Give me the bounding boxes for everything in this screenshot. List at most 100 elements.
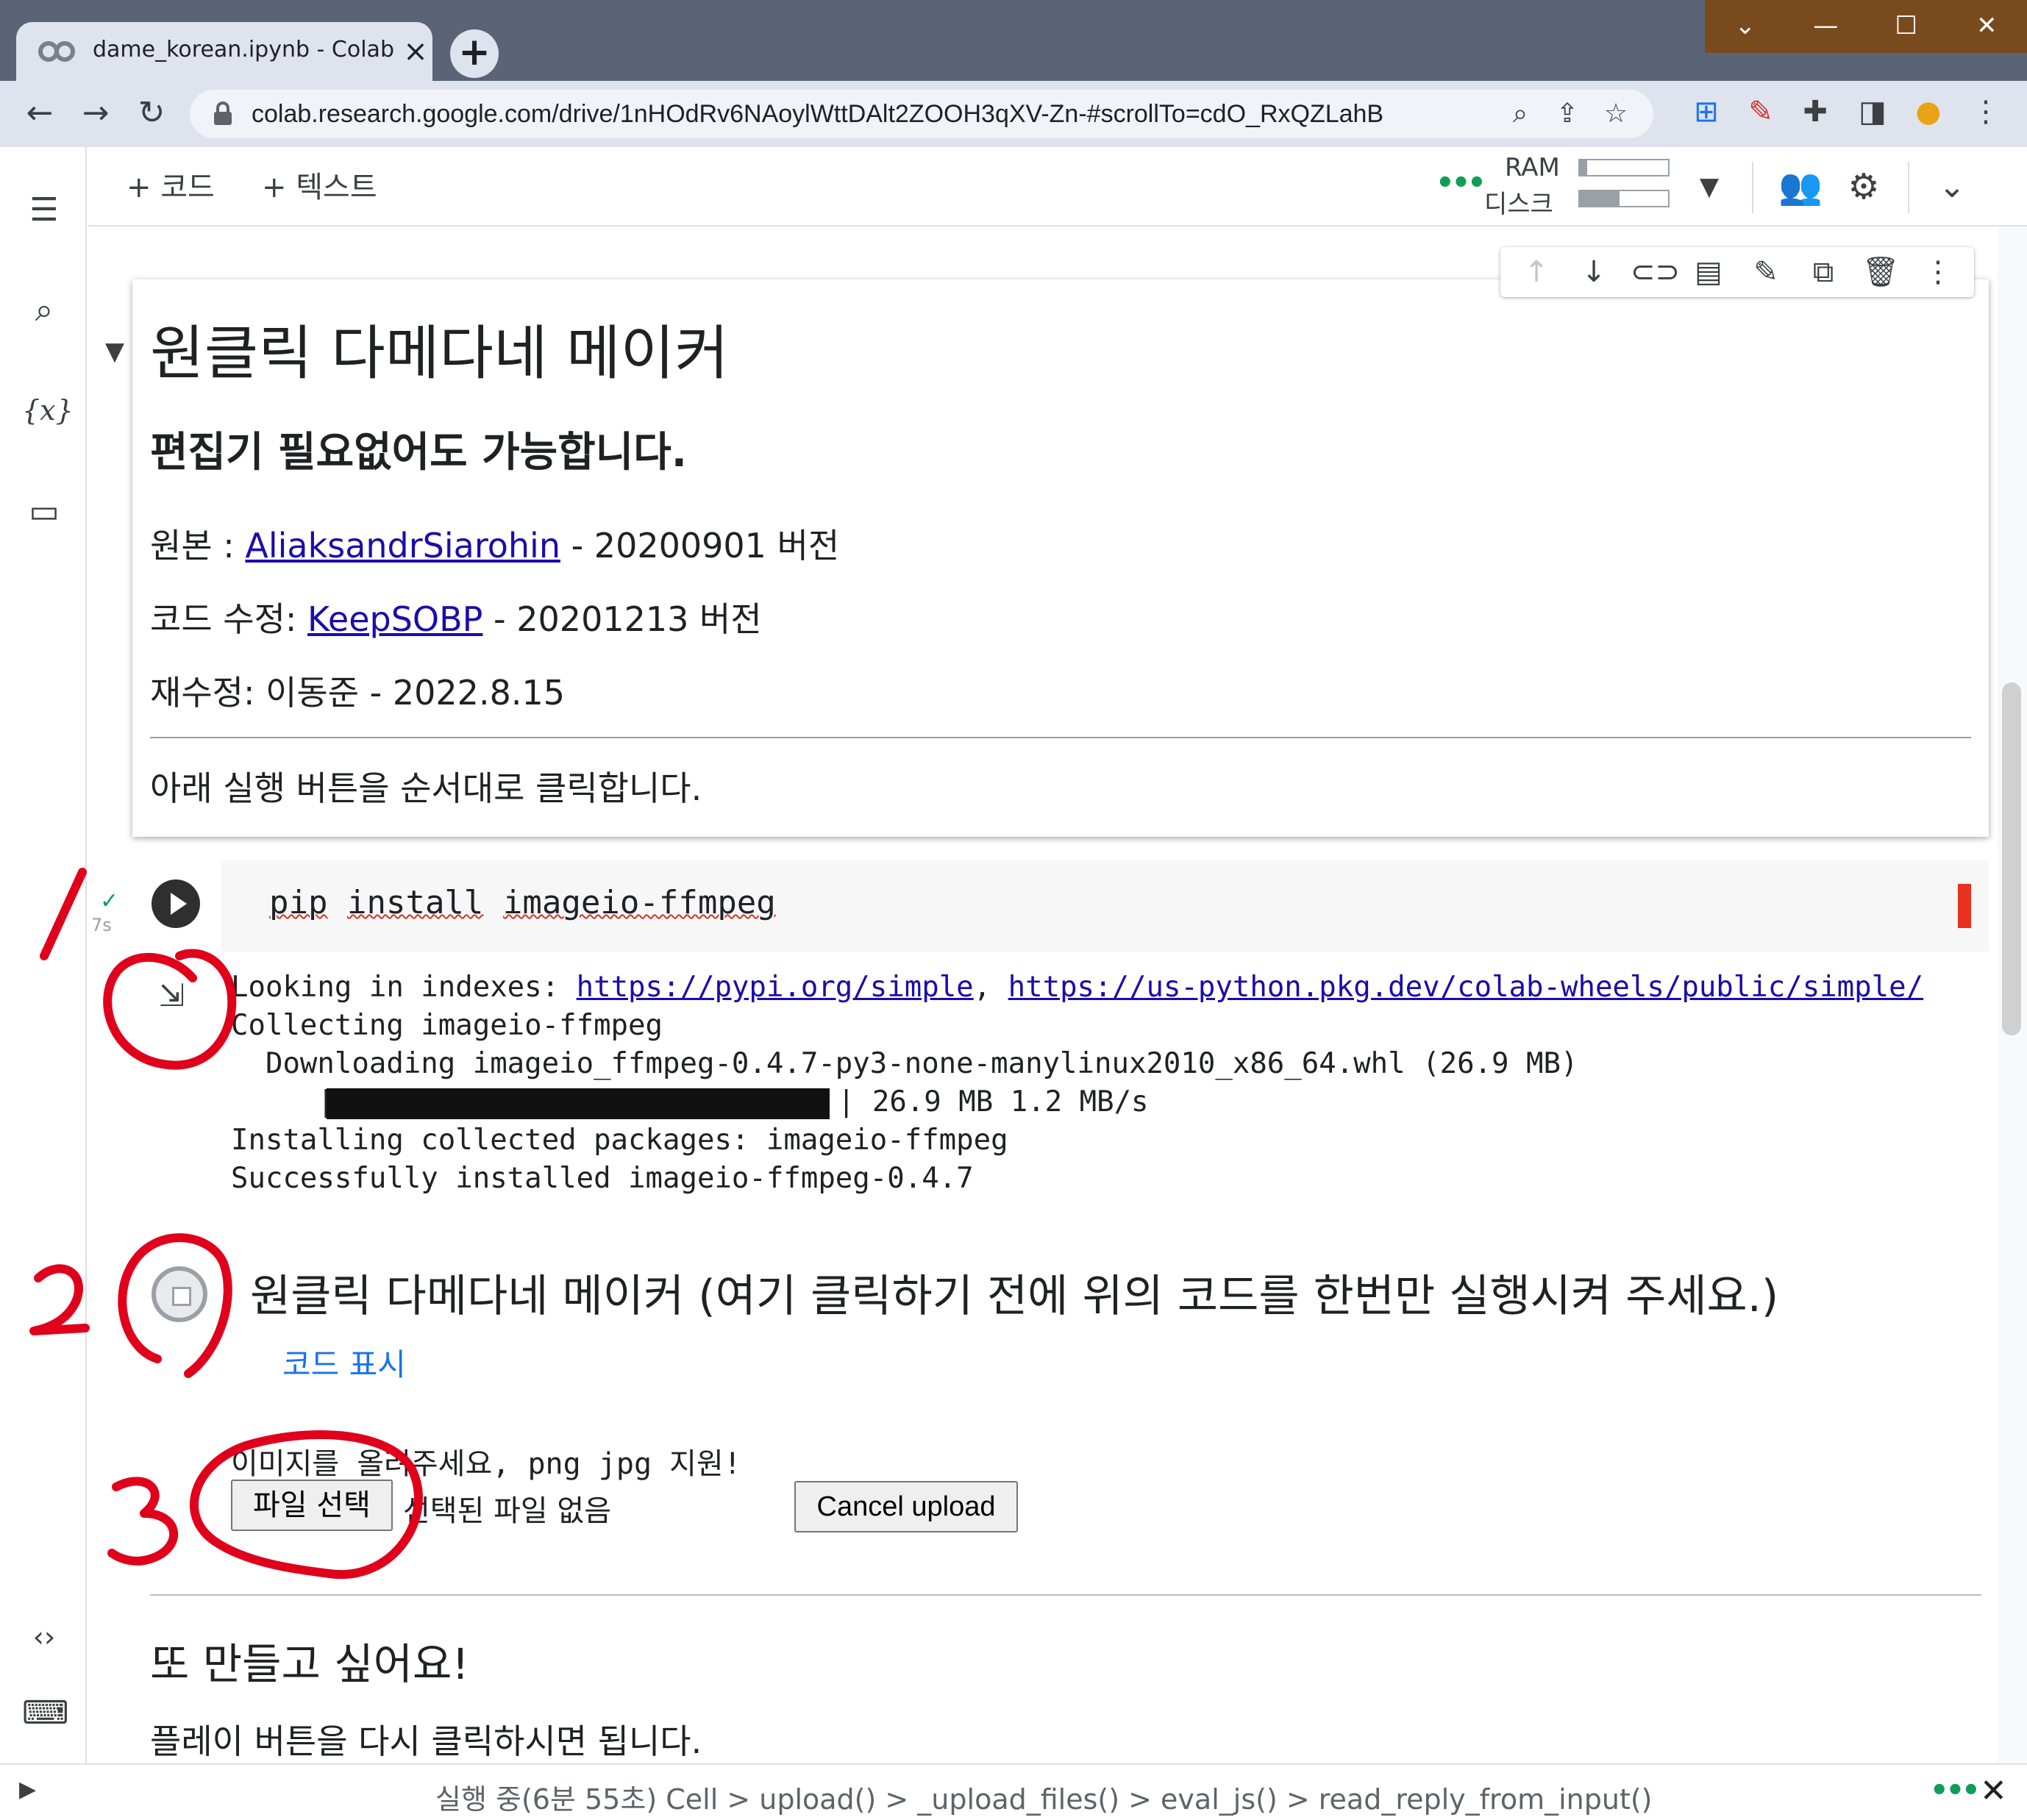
bookmark-star-icon[interactable]: ☆ [1597, 96, 1634, 132]
output-text: Looking in indexes: [231, 971, 577, 1004]
runtime-dropdown-icon[interactable]: ▼ [1686, 163, 1733, 210]
ram-label: RAM [1505, 153, 1560, 182]
show-code-link[interactable]: 코드 표시 [282, 1340, 406, 1385]
profile-avatar[interactable]: ● [1908, 91, 1949, 132]
lock-icon [214, 101, 232, 125]
browser-titlebar: dame_korean.ipynb - Colaboratory × + ⌄ —… [0, 0, 2027, 81]
output-line: Successfully installed imageio-ffmpeg-0.… [231, 1162, 974, 1195]
share-people-icon[interactable]: 👥 [1777, 163, 1824, 210]
modified-credit: 코드 수정: KeepSOBP - 20201213 버전 [150, 593, 762, 641]
settings-gear-icon[interactable]: ⚙ [1840, 163, 1887, 210]
code-cell[interactable]: pip install imageio-ffmpeg [221, 860, 1989, 952]
side-panel-icon[interactable]: ◨ [1852, 91, 1893, 132]
run-success-check-icon: ✓ [100, 888, 119, 914]
file-status-text: 선택된 파일 없음 [403, 1494, 612, 1528]
mirror-cell-icon[interactable]: ⧉ [1803, 251, 1844, 293]
pypi-link[interactable]: https://pypi.org/simple [577, 971, 974, 1004]
new-tab-button[interactable]: + [450, 29, 499, 78]
output-clear-icon[interactable]: ⇲ [159, 975, 200, 1016]
colab-wheels-link[interactable]: https://us-python.pkg.dev/colab-wheels/p… [1008, 971, 1923, 1004]
output-line: Installing collected packages: imageio-f… [231, 1124, 1008, 1157]
section-heading: 또 만들고 싶어요! [150, 1639, 469, 1689]
modified-prefix: 코드 수정: [150, 599, 308, 639]
modified-author-link[interactable]: KeepSOBP [307, 599, 482, 639]
original-author-link[interactable]: AliaksandrSiarohin [245, 526, 560, 565]
pen-extension-icon[interactable]: ✎ [1740, 91, 1781, 132]
form-cell-title: 원클릭 다메다네 메이커 (여기 클릭하기 전에 위의 코드를 한번만 실행시켜… [250, 1271, 1779, 1322]
download-progress-bar [327, 1088, 830, 1119]
execution-status-text: 실행 중(6분 55초) Cell > upload() > _upload_f… [435, 1783, 1653, 1816]
move-cell-down-icon[interactable]: ↓ [1573, 251, 1614, 293]
browser-menu-icon[interactable]: ⋮ [1965, 91, 2006, 132]
add-text-button[interactable]: + 텍스트 [262, 163, 377, 206]
code-snippets-icon[interactable]: ‹› [22, 1615, 66, 1659]
notebook-subtitle: 편집기 필요없어도 가능합니다. [150, 429, 688, 477]
scrollbar-thumb[interactable] [2002, 682, 2021, 1035]
revised-credit: 재수정: 이동준 - 2022.8.15 [150, 673, 565, 713]
command-palette-icon[interactable]: ⌨ [22, 1691, 69, 1735]
code-token-pip: pip [269, 884, 328, 921]
add-code-button[interactable]: + 코드 [127, 163, 215, 206]
section-collapse-arrow-icon[interactable]: ▼ [100, 337, 129, 366]
files-folder-icon[interactable]: ▭ [22, 490, 66, 534]
maximize-icon[interactable]: ☐ [1866, 0, 1947, 53]
status-expand-icon[interactable]: ▶ [19, 1777, 36, 1802]
original-suffix: - 20200901 버전 [560, 526, 840, 565]
status-busy-icon: ••• [1930, 1774, 1981, 1807]
reload-icon[interactable]: ↻ [129, 91, 174, 135]
zoom-icon[interactable]: ⌕ [1502, 96, 1539, 132]
cancel-upload-button[interactable]: Cancel upload [794, 1481, 1018, 1532]
more-options-icon[interactable]: ⋮ [1917, 251, 1959, 293]
link-to-cell-icon[interactable]: ⊂⊃ [1631, 251, 1680, 293]
stop-cell-button[interactable] [152, 1266, 207, 1322]
forward-icon[interactable]: → [74, 91, 118, 135]
output-text: , [973, 971, 1008, 1004]
browser-tab[interactable]: dame_korean.ipynb - Colaboratory × [16, 22, 432, 81]
code-editor[interactable]: pip install imageio-ffmpeg [269, 884, 776, 921]
output-text: | [231, 1085, 335, 1118]
disk-usage-fill [1580, 191, 1620, 206]
move-cell-up-icon[interactable]: ↑ [1516, 251, 1557, 293]
minimize-icon[interactable]: — [1786, 0, 1867, 53]
extensions-puzzle-icon[interactable]: ✚ [1795, 91, 1836, 132]
colab-toolbar: + 코드 + 텍스트 ••• RAM 디스크 ▼ 👥 ⚙ ⌄ [88, 147, 2027, 226]
search-icon[interactable]: ⌕ [22, 288, 66, 332]
delete-trash-icon[interactable]: 🗑 [1860, 251, 1901, 293]
ram-usage-fill [1580, 160, 1587, 175]
window-menu-icon[interactable]: ⌄ [1705, 0, 1786, 53]
connection-status-icon: ••• [1436, 166, 1486, 200]
back-icon[interactable]: ← [18, 91, 62, 135]
output-line: Collecting imageio-ffmpeg [231, 1009, 663, 1042]
output-line: Downloading imageio_ffmpeg-0.4.7-py3-non… [231, 1047, 1578, 1080]
edit-pencil-icon[interactable]: ✎ [1745, 251, 1786, 293]
run-cell-play-button[interactable] [152, 879, 200, 928]
toolbar-divider [1752, 162, 1753, 213]
colab-logo-icon [38, 41, 75, 62]
code-token-install: install [346, 884, 484, 921]
tab-close-icon[interactable]: × [399, 31, 432, 72]
disk-label: 디스크 [1484, 190, 1553, 219]
close-window-icon[interactable]: ✕ [1947, 0, 2027, 53]
share-icon[interactable]: ⇪ [1549, 96, 1586, 132]
status-bar: ▶ 실행 중(6분 55초) Cell > upload() > _upload… [0, 1763, 2027, 1820]
interrupt-close-icon[interactable]: ✕ [1980, 1772, 2007, 1810]
cell-toolbar: ↑ ↓ ⊂⊃ ▤ ✎ ⧉ 🗑 ⋮ [1500, 247, 1974, 297]
collapse-header-chevron-icon[interactable]: ⌄ [1928, 163, 1976, 210]
table-of-contents-icon[interactable]: ☰ [22, 188, 66, 232]
modified-suffix: - 20201213 버전 [482, 599, 762, 639]
text-cell[interactable]: 원클릭 다메다네 메이커 편집기 필요없어도 가능합니다. 원본 : Aliak… [132, 279, 1989, 837]
choose-file-button[interactable]: 파일 선택 [231, 1480, 393, 1531]
add-comment-icon[interactable]: ▤ [1688, 251, 1729, 293]
ram-usage-bar[interactable] [1578, 159, 1670, 176]
divider [150, 1594, 1981, 1596]
disk-usage-bar[interactable] [1578, 190, 1670, 207]
address-bar[interactable]: colab.research.google.com/drive/1nHOdRv6… [190, 90, 1653, 138]
toolbar-divider [1908, 162, 1909, 213]
tab-title: dame_korean.ipynb - Colaboratory [93, 37, 394, 63]
window-controls: ⌄ — ☐ ✕ [1705, 0, 2027, 53]
original-credit: 원본 : AliaksandrSiarohin - 20200901 버전 [150, 519, 839, 568]
translate-icon[interactable]: ⊞ [1686, 91, 1727, 132]
execution-time: 7s [91, 915, 112, 935]
original-prefix: 원본 : [150, 526, 246, 565]
variables-icon[interactable]: {x} [22, 388, 74, 432]
